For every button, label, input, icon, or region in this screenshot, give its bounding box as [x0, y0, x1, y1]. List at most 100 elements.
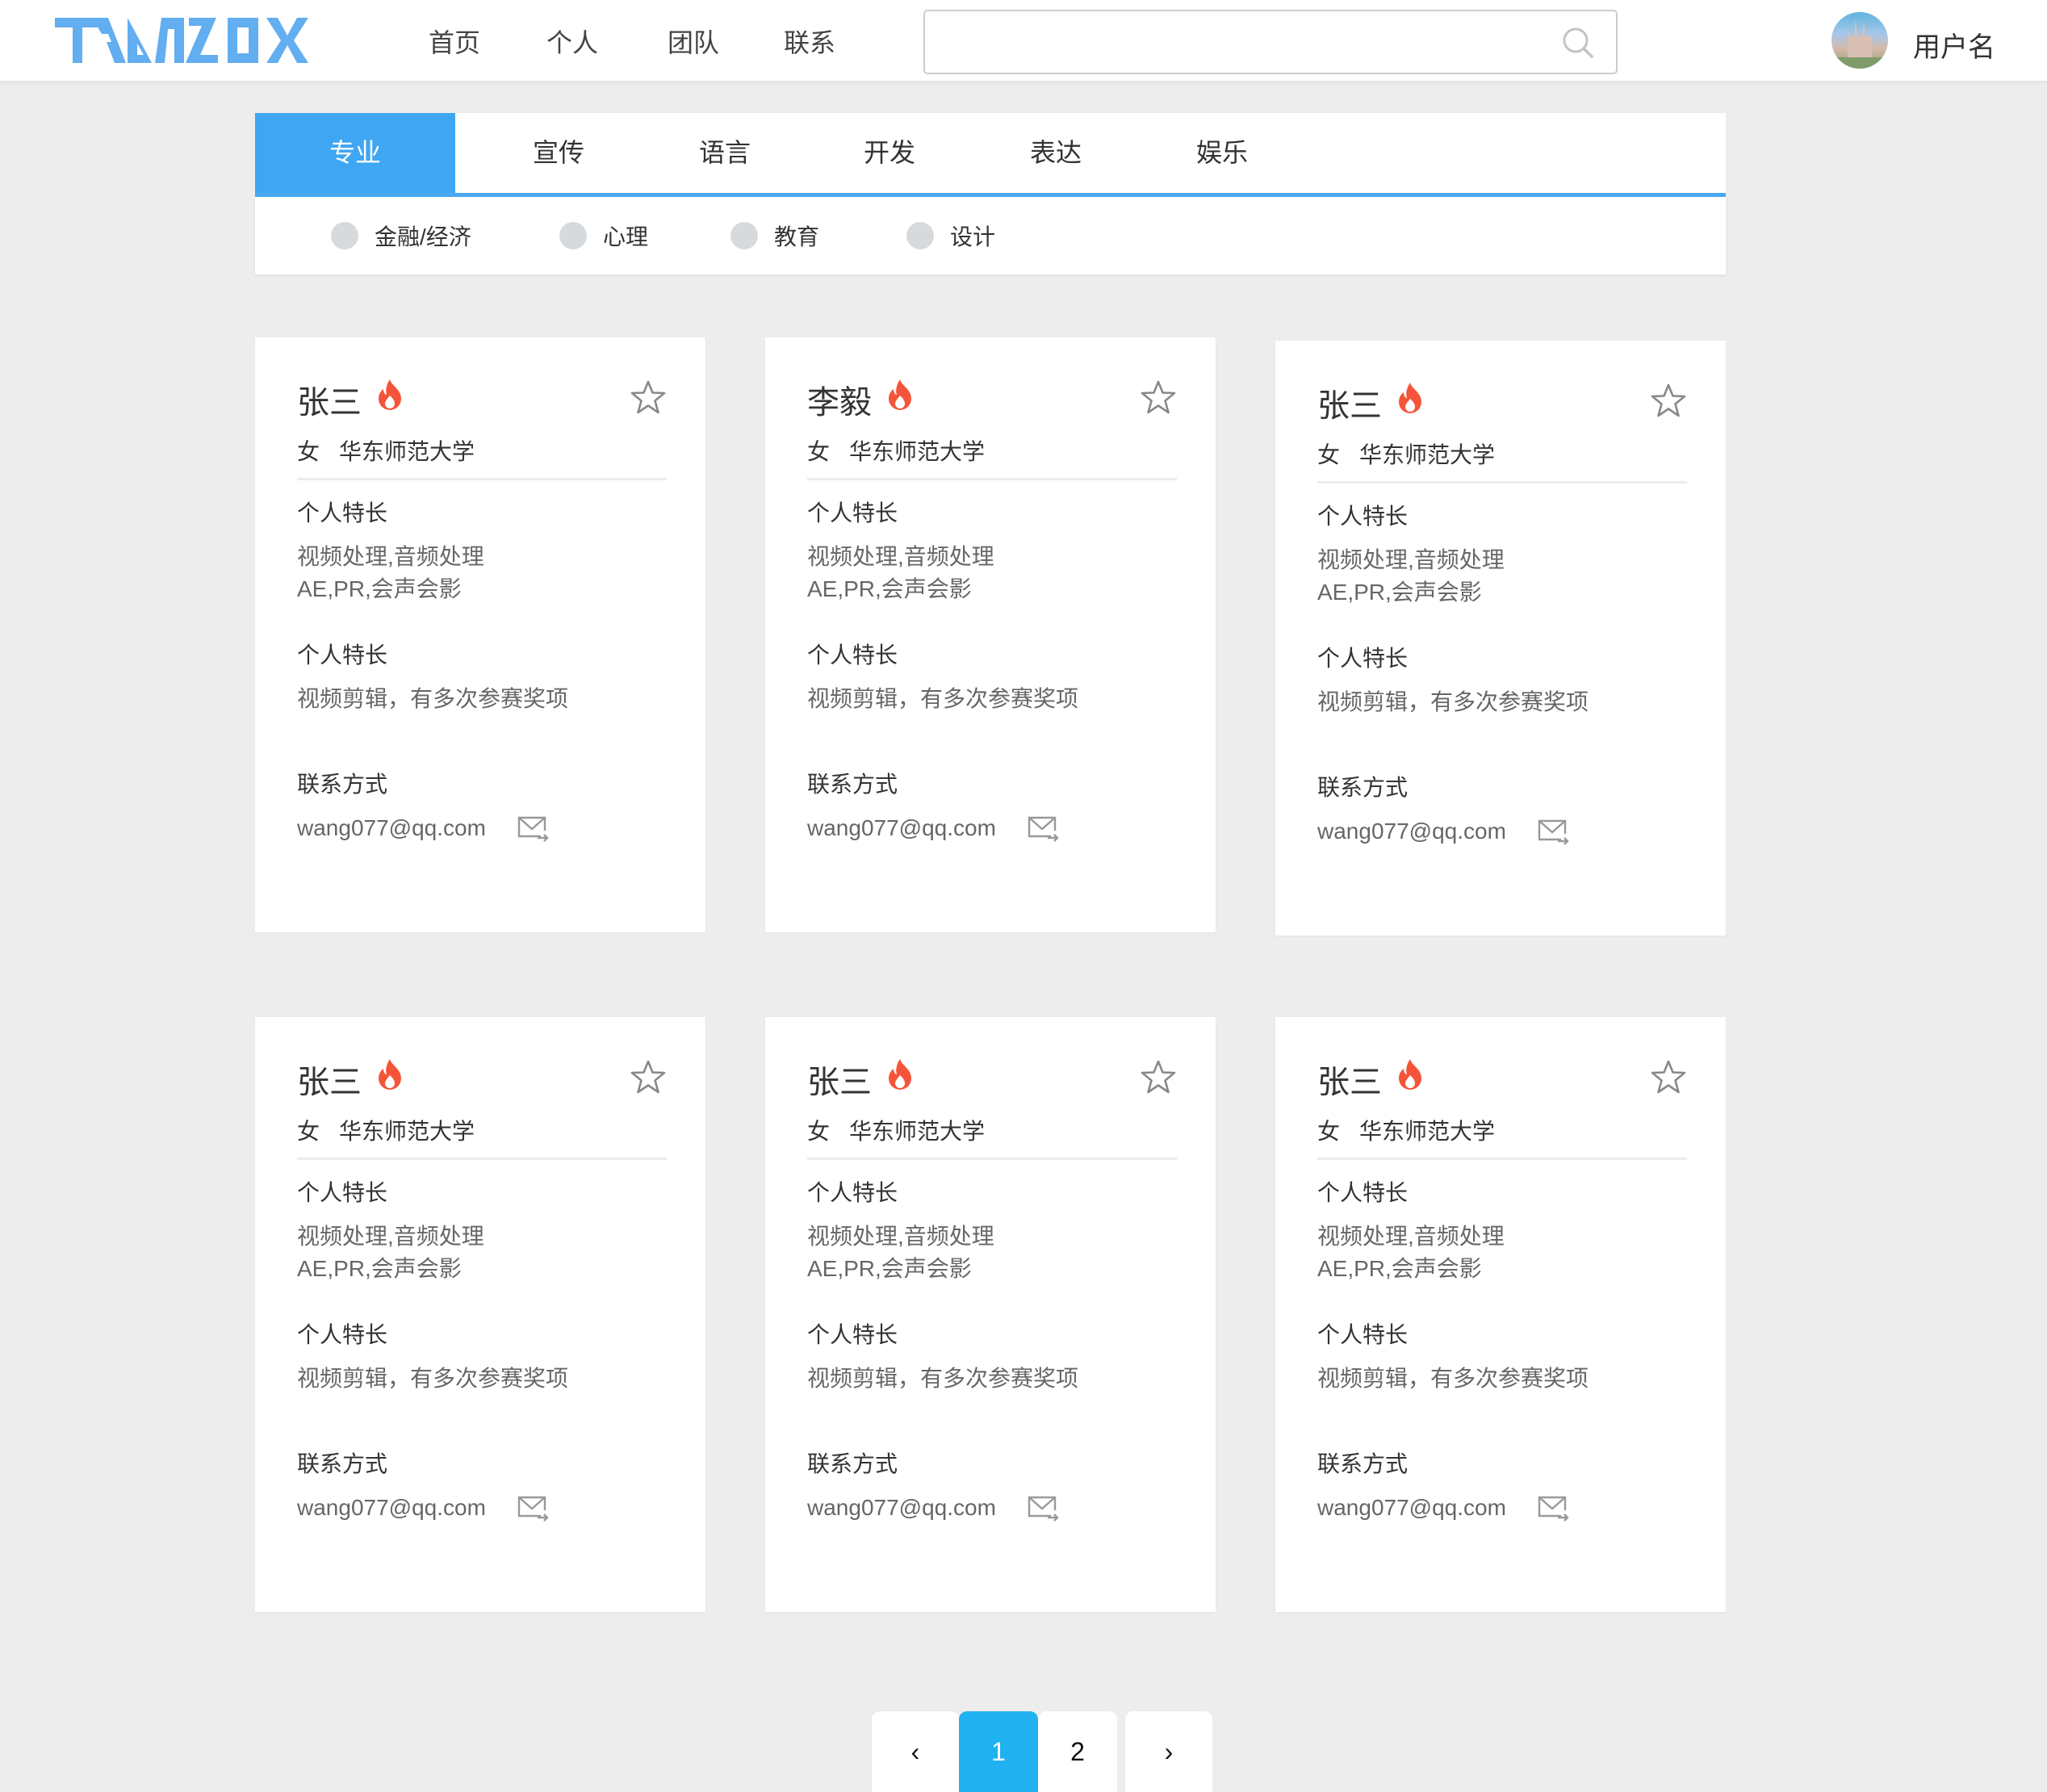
member-name: 张三	[807, 1065, 872, 1100]
skills-line: 视频处理,音频处理	[807, 1224, 994, 1249]
divider	[1317, 1158, 1687, 1160]
mail-send-icon[interactable]	[517, 815, 549, 843]
skills-label: 个人特长	[297, 643, 388, 668]
member-gender: 女	[1317, 442, 1341, 467]
star-icon[interactable]	[630, 1059, 667, 1095]
username[interactable]: 用户名	[1913, 25, 1995, 65]
skills-line: AE,PR,会声会影	[807, 1256, 972, 1281]
avatar[interactable]	[1831, 12, 1888, 69]
star-icon[interactable]	[1140, 1059, 1177, 1095]
member-card[interactable]: 张三 女华东师范大学 个人特长 视频处理,音频处理 AE,PR,会声会影 个人特…	[1275, 341, 1726, 936]
prev-page-button[interactable]: ‹	[872, 1711, 959, 1792]
tab-language[interactable]: 语言	[644, 113, 806, 193]
member-info: 女华东师范大学	[297, 434, 475, 467]
tab-publicity[interactable]: 宣传	[478, 113, 639, 193]
star-icon[interactable]	[1140, 379, 1177, 415]
skills-line: 视频处理,音频处理	[297, 1224, 484, 1249]
skills-line: 视频处理,音频处理	[1317, 547, 1505, 572]
nav-contact[interactable]: 联系	[784, 23, 835, 60]
star-icon[interactable]	[630, 379, 667, 415]
member-school: 华东师范大学	[849, 1119, 986, 1144]
radio-button[interactable]	[559, 222, 587, 249]
page-2-button[interactable]: 2	[1038, 1711, 1117, 1792]
next-page-button[interactable]: ›	[1125, 1711, 1212, 1792]
member-school: 华东师范大学	[849, 439, 986, 464]
member-gender: 女	[1317, 1119, 1341, 1144]
contact-label: 联系方式	[297, 772, 388, 797]
nav-personal[interactable]: 个人	[546, 23, 598, 60]
filter-design[interactable]: 设计	[906, 220, 995, 252]
member-email[interactable]: wang077@qq.com	[1317, 819, 1506, 844]
tab-development[interactable]: 开发	[809, 113, 970, 193]
member-email[interactable]: wang077@qq.com	[1317, 1495, 1506, 1521]
member-name: 李毅	[807, 385, 872, 421]
skills-line: AE,PR,会声会影	[297, 576, 462, 601]
divider	[1317, 481, 1687, 484]
member-email[interactable]: wang077@qq.com	[297, 1495, 486, 1521]
radio-button[interactable]	[906, 222, 934, 249]
member-school: 华东师范大学	[339, 439, 475, 464]
member-card[interactable]: 张三 女华东师范大学 个人特长 视频处理,音频处理 AE,PR,会声会影 个人特…	[255, 1017, 705, 1612]
radio-button[interactable]	[331, 222, 358, 249]
fire-icon	[379, 1059, 401, 1090]
fire-icon	[1399, 383, 1421, 413]
subcategory-filters: 金融/经济 心理 教育 设计	[255, 197, 1726, 274]
divider	[807, 1158, 1177, 1160]
member-card[interactable]: 张三 女华东师范大学 个人特长 视频处理,音频处理 AE,PR,会声会影 个人特…	[1275, 1017, 1726, 1612]
member-gender: 女	[807, 439, 831, 464]
skills-label: 个人特长	[297, 500, 388, 525]
mail-send-icon[interactable]	[1537, 819, 1569, 846]
member-name: 张三	[297, 385, 362, 421]
member-email[interactable]: wang077@qq.com	[807, 1495, 996, 1521]
contact-label: 联系方式	[1317, 775, 1409, 800]
page-1-button[interactable]: 1	[959, 1711, 1038, 1792]
fire-icon	[889, 379, 911, 410]
contact-label: 联系方式	[807, 1451, 898, 1476]
mail-send-icon[interactable]	[1537, 1495, 1569, 1522]
skills-label: 个人特长	[1317, 646, 1409, 671]
search-box	[923, 10, 1618, 74]
contact-label: 联系方式	[297, 1451, 388, 1476]
skills-line: AE,PR,会声会影	[297, 1256, 462, 1281]
filter-education[interactable]: 教育	[730, 220, 819, 252]
nav-team[interactable]: 团队	[668, 23, 719, 60]
mail-send-icon[interactable]	[1027, 815, 1059, 843]
member-info: 女华东师范大学	[1317, 1114, 1495, 1146]
skills-label: 个人特长	[297, 1180, 388, 1205]
skills-line: 视频处理,音频处理	[297, 544, 484, 569]
filter-finance[interactable]: 金融/经济	[331, 220, 471, 252]
member-name: 张三	[1317, 388, 1382, 424]
skills-description: 视频剪辑，有多次参赛奖项	[297, 686, 569, 711]
member-info: 女华东师范大学	[807, 434, 985, 467]
search-input[interactable]	[938, 11, 1551, 73]
mail-send-icon[interactable]	[517, 1495, 549, 1522]
star-icon[interactable]	[1650, 383, 1687, 418]
top-header: 首页 个人 团队 联系 用户名	[0, 0, 2047, 81]
tab-major[interactable]: 专业	[255, 113, 455, 193]
tab-entertainment[interactable]: 娱乐	[1141, 113, 1303, 193]
search-icon[interactable]	[1561, 26, 1595, 60]
radio-button[interactable]	[730, 222, 758, 249]
member-info: 女华东师范大学	[807, 1114, 985, 1146]
member-card[interactable]: 李毅 女华东师范大学 个人特长 视频处理,音频处理 AE,PR,会声会影 个人特…	[765, 337, 1216, 932]
member-email[interactable]: wang077@qq.com	[297, 815, 486, 841]
divider	[297, 478, 667, 480]
member-card[interactable]: 张三 女华东师范大学 个人特长 视频处理,音频处理 AE,PR,会声会影 个人特…	[765, 1017, 1216, 1612]
nav-home[interactable]: 首页	[429, 23, 480, 60]
member-card[interactable]: 张三 女华东师范大学 个人特长 视频处理,音频处理 AE,PR,会声会影 个人特…	[255, 337, 705, 932]
skills-label: 个人特长	[807, 1322, 898, 1347]
divider	[297, 1158, 667, 1160]
tab-expression[interactable]: 表达	[975, 113, 1137, 193]
mail-send-icon[interactable]	[1027, 1495, 1059, 1522]
skills-label: 个人特长	[807, 500, 898, 525]
member-email[interactable]: wang077@qq.com	[807, 815, 996, 841]
member-name: 张三	[297, 1065, 362, 1100]
skills-description: 视频剪辑，有多次参赛奖项	[1317, 1366, 1589, 1391]
filter-label: 金融/经济	[375, 224, 471, 249]
fire-icon	[1399, 1059, 1421, 1090]
teambox-logo[interactable]	[53, 15, 350, 65]
fire-icon	[379, 379, 401, 410]
filter-psychology[interactable]: 心理	[559, 220, 648, 252]
star-icon[interactable]	[1650, 1059, 1687, 1095]
member-gender: 女	[297, 439, 320, 464]
